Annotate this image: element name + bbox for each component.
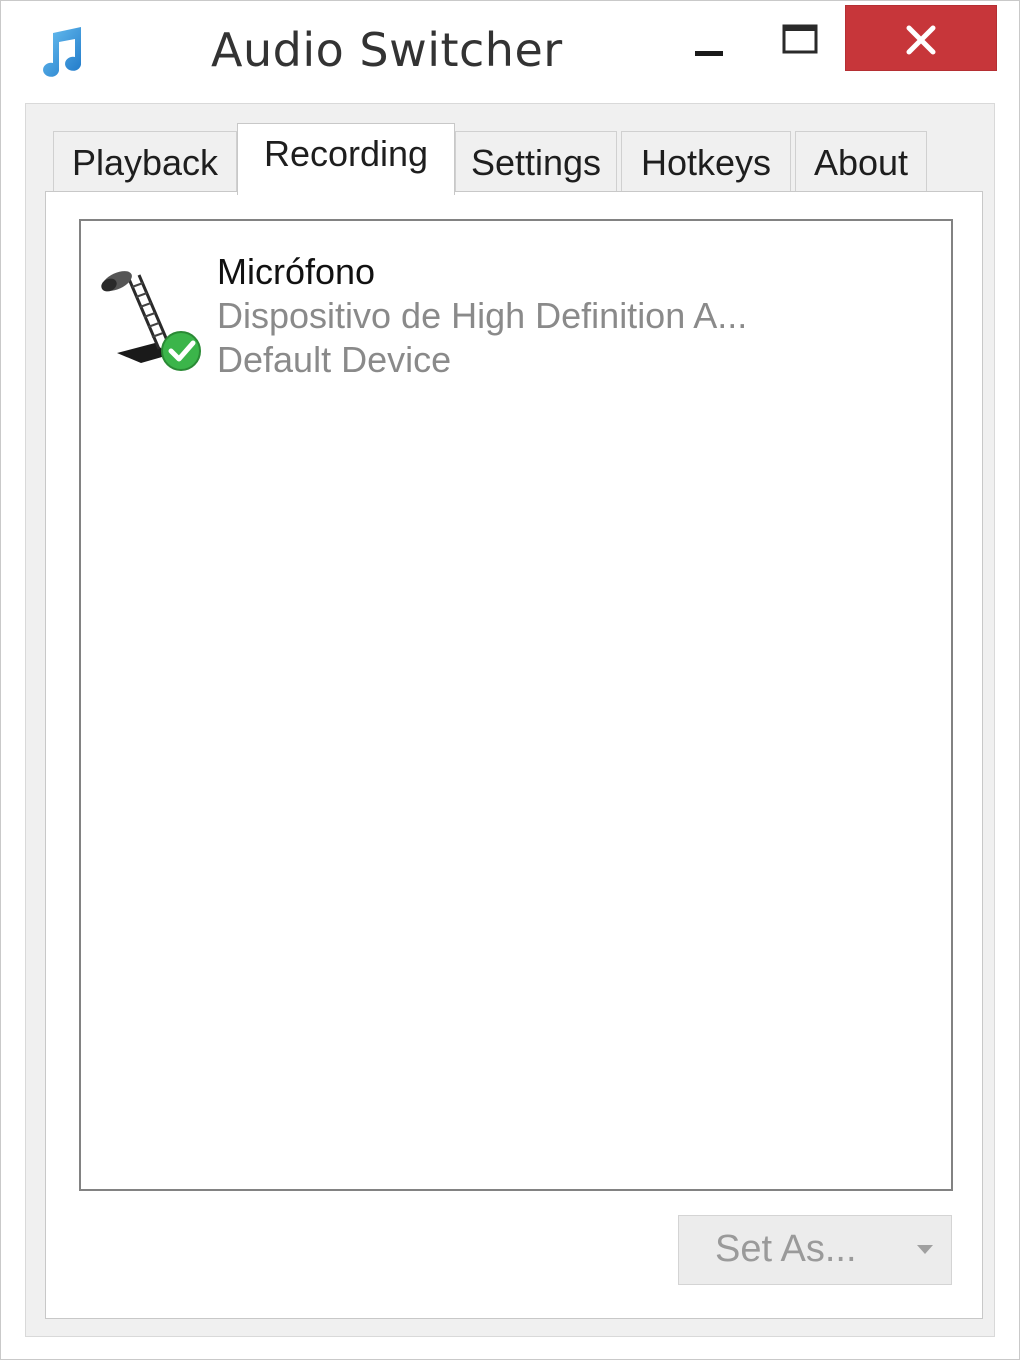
dropdown-arrow-icon bbox=[917, 1245, 933, 1254]
tab-recording[interactable]: Recording bbox=[237, 123, 455, 195]
device-name: Micrófono bbox=[217, 251, 376, 292]
set-as-button[interactable]: Set As... bbox=[678, 1215, 952, 1285]
window-title: Audio Switcher bbox=[211, 23, 563, 77]
device-description: Dispositivo de High Definition A... bbox=[217, 295, 748, 336]
title-bar[interactable]: Audio Switcher bbox=[1, 1, 1019, 101]
list-item[interactable]: Micrófono Dispositivo de High Definition… bbox=[95, 245, 915, 395]
microphone-icon bbox=[101, 271, 201, 371]
set-as-label: Set As... bbox=[715, 1228, 857, 1270]
maximize-icon bbox=[782, 24, 818, 54]
tab-settings[interactable]: Settings bbox=[455, 131, 617, 193]
device-status: Default Device bbox=[217, 339, 452, 380]
tab-hotkeys[interactable]: Hotkeys bbox=[621, 131, 791, 193]
maximize-button[interactable] bbox=[769, 7, 829, 71]
minimize-button[interactable] bbox=[681, 7, 737, 71]
music-note-icon bbox=[43, 27, 82, 77]
minimize-icon bbox=[695, 51, 723, 56]
close-icon bbox=[906, 25, 936, 55]
tab-about[interactable]: About bbox=[795, 131, 927, 193]
check-badge-icon bbox=[161, 331, 201, 371]
close-button[interactable] bbox=[845, 5, 997, 71]
device-list[interactable]: Micrófono Dispositivo de High Definition… bbox=[79, 219, 953, 1191]
tab-playback[interactable]: Playback bbox=[53, 131, 237, 193]
app-window: Audio Switcher Playback Recording Settin… bbox=[0, 0, 1020, 1360]
